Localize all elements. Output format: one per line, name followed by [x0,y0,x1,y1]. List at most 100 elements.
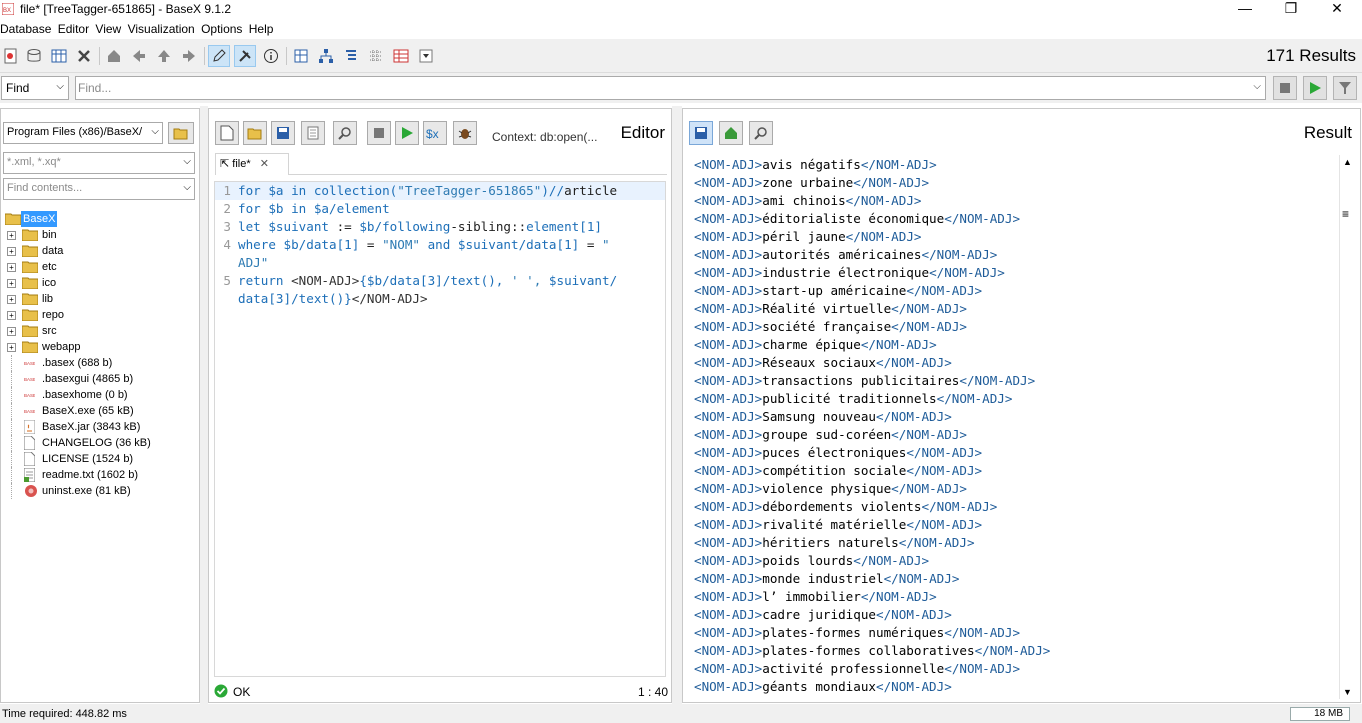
folder-view-button[interactable] [340,45,362,67]
execute-query-button[interactable] [395,121,419,145]
up-button[interactable] [153,45,175,67]
expand-icon[interactable]: + [7,295,16,304]
code-line[interactable]: data[3]/text()}</NOM-ADJ> [215,290,665,308]
result-row[interactable]: <NOM-ADJ>rivalité matérielle</NOM-ADJ> [694,516,1334,534]
scroll-down-icon[interactable]: ▼ [1343,687,1352,697]
result-row[interactable]: <NOM-ADJ>publicité traditionnels</NOM-AD… [694,390,1334,408]
result-row[interactable]: <NOM-ADJ>géants mondiaux</NOM-ADJ> [694,678,1334,696]
info-toggle-button[interactable] [234,45,256,67]
code-line[interactable]: 4 where $b/data[1] = "NOM" and $suivant/d… [215,236,665,254]
open-file-button[interactable] [243,121,267,145]
tree-item[interactable]: + repo [1,307,199,323]
tree-item[interactable]: readme.txt (1602 b) [1,467,199,483]
save-result-button[interactable] [689,121,713,145]
result-scrollbar[interactable]: ▲ ≡ ▼ [1339,155,1357,699]
result-row[interactable]: <NOM-ADJ>ami chinois</NOM-ADJ> [694,192,1334,210]
result-row[interactable]: <NOM-ADJ>charme épique</NOM-ADJ> [694,336,1334,354]
code-line[interactable]: 2 for $b in $a/element [215,200,665,218]
tree-item[interactable]: + etc [1,259,199,275]
map-view-button[interactable] [290,45,312,67]
table-view-button[interactable] [390,45,412,67]
tree-item[interactable]: + bin [1,227,199,243]
result-row[interactable]: <NOM-ADJ>puces électroniques</NOM-ADJ> [694,444,1334,462]
debug-button[interactable] [453,121,477,145]
result-row[interactable]: <NOM-ADJ>avis négatifs</NOM-ADJ> [694,156,1334,174]
result-row[interactable]: <NOM-ADJ>monde industriel</NOM-ADJ> [694,570,1334,588]
result-row[interactable]: <NOM-ADJ>cadre juridique</NOM-ADJ> [694,606,1334,624]
tree-item[interactable]: + webapp [1,339,199,355]
expand-icon[interactable]: + [7,247,16,256]
result-row[interactable]: <NOM-ADJ>Samsung nouveau</NOM-ADJ> [694,408,1334,426]
expand-icon[interactable]: + [7,327,16,336]
code-editor[interactable]: 1 for $a in collection("TreeTagger-651865… [214,181,666,677]
tree-item[interactable]: BASE .basex (688 b) [1,355,199,371]
menu-help[interactable]: Help [249,20,274,36]
variables-button[interactable]: $x [423,121,447,145]
code-line[interactable]: ADJ" [215,254,665,272]
tree-item[interactable]: + lib [1,291,199,307]
file-filter-input[interactable]: *.xml, *.xq* ⌵ [3,152,195,174]
expand-icon[interactable]: + [7,231,16,240]
find-mode-select[interactable]: Find ⌵ [1,76,69,100]
more-views-button[interactable] [415,45,437,67]
expand-icon[interactable]: + [7,279,16,288]
result-row[interactable]: <NOM-ADJ>start-up américaine</NOM-ADJ> [694,282,1334,300]
tree-item[interactable]: + src [1,323,199,339]
expand-icon[interactable]: + [7,343,16,352]
minimize-button[interactable]: — [1222,0,1268,18]
result-row[interactable]: <NOM-ADJ>l’ immobilier</NOM-ADJ> [694,588,1334,606]
code-line[interactable]: 5 return <NOM-ADJ>{$b/data[3]/text(), ' '… [215,272,665,290]
result-row[interactable]: <NOM-ADJ>société française</NOM-ADJ> [694,318,1334,336]
scroll-up-icon[interactable]: ▲ [1343,157,1352,167]
tree-item[interactable]: + ico [1,275,199,291]
run-button[interactable] [1303,76,1327,100]
result-row[interactable]: <NOM-ADJ>zone urbaine</NOM-ADJ> [694,174,1334,192]
forward-button[interactable] [178,45,200,67]
project-path-select[interactable]: Program Files (x86)/BaseX/ ⌵ [3,122,163,144]
open-database-button[interactable] [23,45,45,67]
plot-view-button[interactable] [365,45,387,67]
result-row[interactable]: <NOM-ADJ>transactions publicitaires</NOM… [694,372,1334,390]
code-line[interactable]: 1 for $a in collection("TreeTagger-651865… [215,182,665,200]
home-result-button[interactable] [719,121,743,145]
result-row[interactable]: <NOM-ADJ>groupe sud-coréen</NOM-ADJ> [694,426,1334,444]
result-row[interactable]: <NOM-ADJ>compétition sociale</NOM-ADJ> [694,462,1334,480]
memory-usage[interactable]: 18 MB [1290,707,1350,721]
result-row[interactable]: <NOM-ADJ>éditorialiste économique</NOM-A… [694,210,1334,228]
result-row[interactable]: <NOM-ADJ>activité professionnelle</NOM-A… [694,660,1334,678]
result-row[interactable]: <NOM-ADJ>plates-formes collaboratives</N… [694,642,1334,660]
find-input[interactable]: Find... ⌵ [75,76,1266,100]
find-replace-button[interactable] [333,121,357,145]
tree-item[interactable]: + data [1,243,199,259]
tree-item[interactable]: uninst.exe (81 kB) [1,483,199,499]
tree-item[interactable]: BASE .basexhome (0 b) [1,387,199,403]
result-row[interactable]: <NOM-ADJ>autorités américaines</NOM-ADJ> [694,246,1334,264]
scroll-grip-icon[interactable]: ≡ [1342,207,1349,221]
tab-file[interactable]: ⇱ file* ✕ [215,153,289,175]
maximize-button[interactable]: ❐ [1268,0,1314,18]
result-row[interactable]: <NOM-ADJ>poids lourds</NOM-ADJ> [694,552,1334,570]
menu-editor[interactable]: Editor [58,20,89,36]
menu-database[interactable]: Database [0,20,51,36]
tree-item[interactable]: BASE .basexgui (4865 b) [1,371,199,387]
properties-button[interactable] [48,45,70,67]
expand-icon[interactable]: + [7,311,16,320]
tree-item[interactable]: CHANGELOG (36 kB) [1,435,199,451]
tree-item[interactable]: BASE BaseX.exe (65 kB) [1,403,199,419]
back-button[interactable] [128,45,150,67]
save-file-button[interactable] [271,121,295,145]
format-button[interactable] [301,121,325,145]
stop-query-button[interactable] [367,121,391,145]
search-result-button[interactable] [749,121,773,145]
new-database-button[interactable] [0,45,22,67]
result-row[interactable]: <NOM-ADJ>Réalité virtuelle</NOM-ADJ> [694,300,1334,318]
splitter[interactable] [672,106,682,704]
filter-button[interactable] [1333,76,1357,100]
query-info-button[interactable] [260,45,282,67]
tree-item[interactable]: BaseX [1,211,199,227]
new-file-button[interactable] [215,121,239,145]
close-database-button[interactable] [73,45,95,67]
code-line[interactable]: 3 let $suivant := $b/following-sibling::e… [215,218,665,236]
close-button[interactable]: ✕ [1314,0,1360,18]
result-row[interactable]: <NOM-ADJ>violence physique</NOM-ADJ> [694,480,1334,498]
